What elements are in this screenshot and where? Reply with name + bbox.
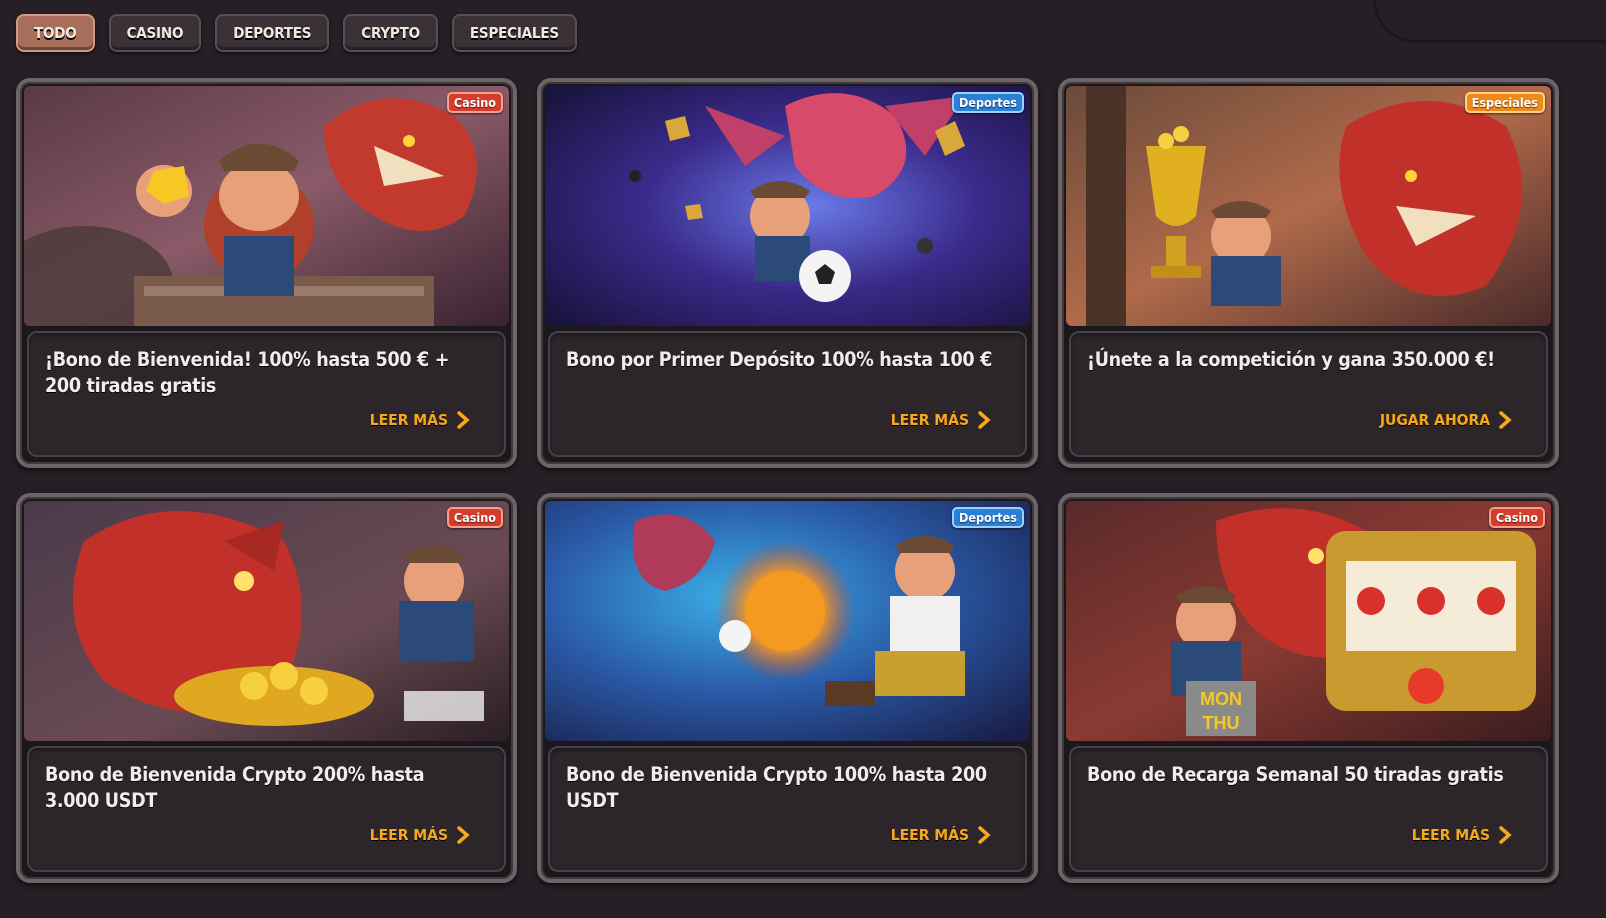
promo-title: Bono por Primer Depósito 100% hasta 100 …: [566, 348, 993, 371]
promo-body: Bono de Bienvenida Crypto 100% hasta 200…: [548, 746, 1027, 872]
chevron-right-icon: [978, 411, 991, 429]
promo-body: ¡Bono de Bienvenida! 100% hasta 500 € + …: [27, 331, 506, 457]
promo-title: Bono de Bienvenida Crypto 100% hasta 200…: [566, 763, 987, 812]
category-badge: Casino: [446, 92, 503, 113]
promo-body: Bono por Primer Depósito 100% hasta 100 …: [548, 331, 1027, 457]
read-more-link[interactable]: LEER MÁS: [891, 826, 991, 844]
tab-crypto[interactable]: CRYPTO: [343, 14, 438, 52]
promo-image-trophy-dragon: Especiales: [1066, 86, 1551, 326]
read-more-link[interactable]: LEER MÁS: [370, 411, 470, 429]
category-badge: Deportes: [952, 507, 1024, 528]
chevron-right-icon: [457, 826, 470, 844]
category-badge: Deportes: [952, 92, 1024, 113]
chevron-right-icon: [1499, 411, 1512, 429]
promo-card[interactable]: Casino ¡Bono de Bienvenida! 100% hasta 5…: [16, 78, 517, 468]
cta-label: LEER MÁS: [890, 826, 969, 844]
promo-title: ¡Bono de Bienvenida! 100% hasta 500 € + …: [45, 348, 450, 397]
promo-title: Bono de Bienvenida Crypto 200% hasta 3.0…: [45, 763, 425, 812]
promo-card[interactable]: Especiales ¡Únete a la competición y gan…: [1058, 78, 1559, 468]
tab-todo[interactable]: TODO: [16, 14, 95, 52]
cta-label: LEER MÁS: [369, 826, 448, 844]
category-badge: Casino: [1488, 507, 1545, 528]
promotions-grid: Casino ¡Bono de Bienvenida! 100% hasta 5…: [16, 78, 1559, 883]
background-ornament: [1373, 0, 1606, 43]
tab-deportes[interactable]: DEPORTES: [215, 14, 330, 52]
tab-casino[interactable]: CASINO: [108, 14, 202, 52]
cta-label: JUGAR AHORA: [1379, 411, 1490, 429]
category-badge: Casino: [446, 507, 503, 528]
read-more-link[interactable]: LEER MÁS: [1412, 826, 1512, 844]
read-more-link[interactable]: LEER MÁS: [891, 411, 991, 429]
promo-title: Bono de Recarga Semanal 50 tiradas grati…: [1087, 763, 1504, 786]
chevron-right-icon: [457, 411, 470, 429]
slot-sign-line-1: MON: [1200, 689, 1242, 709]
cta-label: LEER MÁS: [369, 411, 448, 429]
promo-image-dragon-crypto-coins: Casino: [24, 501, 509, 741]
promo-title: ¡Únete a la competición y gana 350.000 €…: [1087, 348, 1495, 371]
promo-body: Bono de Recarga Semanal 50 tiradas grati…: [1069, 746, 1548, 872]
promo-card[interactable]: MON THU Casino Bono de Recarga Semanal 5…: [1058, 493, 1559, 883]
promo-image-bitcoin-fire-kick: Deportes: [545, 501, 1030, 741]
cta-label: LEER MÁS: [1411, 826, 1490, 844]
play-now-link[interactable]: JUGAR AHORA: [1380, 411, 1512, 429]
promo-image-miner-football-dragon: Deportes: [545, 86, 1030, 326]
chevron-right-icon: [1499, 826, 1512, 844]
promo-card[interactable]: Casino Bono de Bienvenida Crypto 200% ha…: [16, 493, 517, 883]
promo-card[interactable]: Deportes Bono de Bienvenida Crypto 100% …: [537, 493, 1038, 883]
promo-image-miner-gold-dragon: Casino: [24, 86, 509, 326]
filter-tabs: TODO CASINO DEPORTES CRYPTO ESPECIALES: [16, 14, 577, 52]
slot-sign-line-2: THU: [1203, 713, 1240, 733]
chevron-right-icon: [978, 826, 991, 844]
category-badge: Especiales: [1464, 92, 1545, 113]
promo-body: Bono de Bienvenida Crypto 200% hasta 3.0…: [27, 746, 506, 872]
tab-especiales[interactable]: ESPECIALES: [451, 14, 577, 52]
promo-body: ¡Únete a la competición y gana 350.000 €…: [1069, 331, 1548, 457]
read-more-link[interactable]: LEER MÁS: [370, 826, 470, 844]
promo-image-slot-machine-dragon: MON THU Casino: [1066, 501, 1551, 741]
promo-card[interactable]: Deportes Bono por Primer Depósito 100% h…: [537, 78, 1038, 468]
cta-label: LEER MÁS: [890, 411, 969, 429]
